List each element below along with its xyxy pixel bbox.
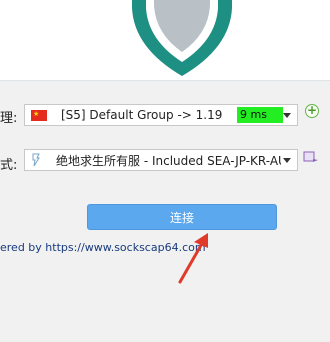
proxy-select[interactable]: ★ [S5] Default Group -> 1.194.237... 9 m… xyxy=(24,104,298,126)
header-panel xyxy=(0,0,330,80)
proxy-select-value: [S5] Default Group -> 1.194.237... xyxy=(61,108,223,122)
chevron-down-icon xyxy=(283,113,291,118)
shield-logo-icon xyxy=(132,0,232,76)
connect-button[interactable]: 连接 xyxy=(87,204,277,230)
china-flag-icon: ★ xyxy=(31,109,47,121)
proxy-label: 理: xyxy=(0,111,18,126)
ping-badge: 9 ms xyxy=(237,107,283,123)
rule-label: 式: xyxy=(0,158,18,173)
annotation-arrow xyxy=(178,233,208,284)
add-proxy-button[interactable]: + xyxy=(305,104,319,118)
rule-select[interactable]: 绝地求生所有服 - Included SEA-JP-KR-AU... xyxy=(24,149,298,171)
rule-select-value: 绝地求生所有服 - Included SEA-JP-KR-AU... xyxy=(56,153,281,168)
edit-rule-icon[interactable] xyxy=(303,151,319,163)
chevron-down-icon xyxy=(283,158,291,163)
route-rule-icon xyxy=(32,153,40,167)
